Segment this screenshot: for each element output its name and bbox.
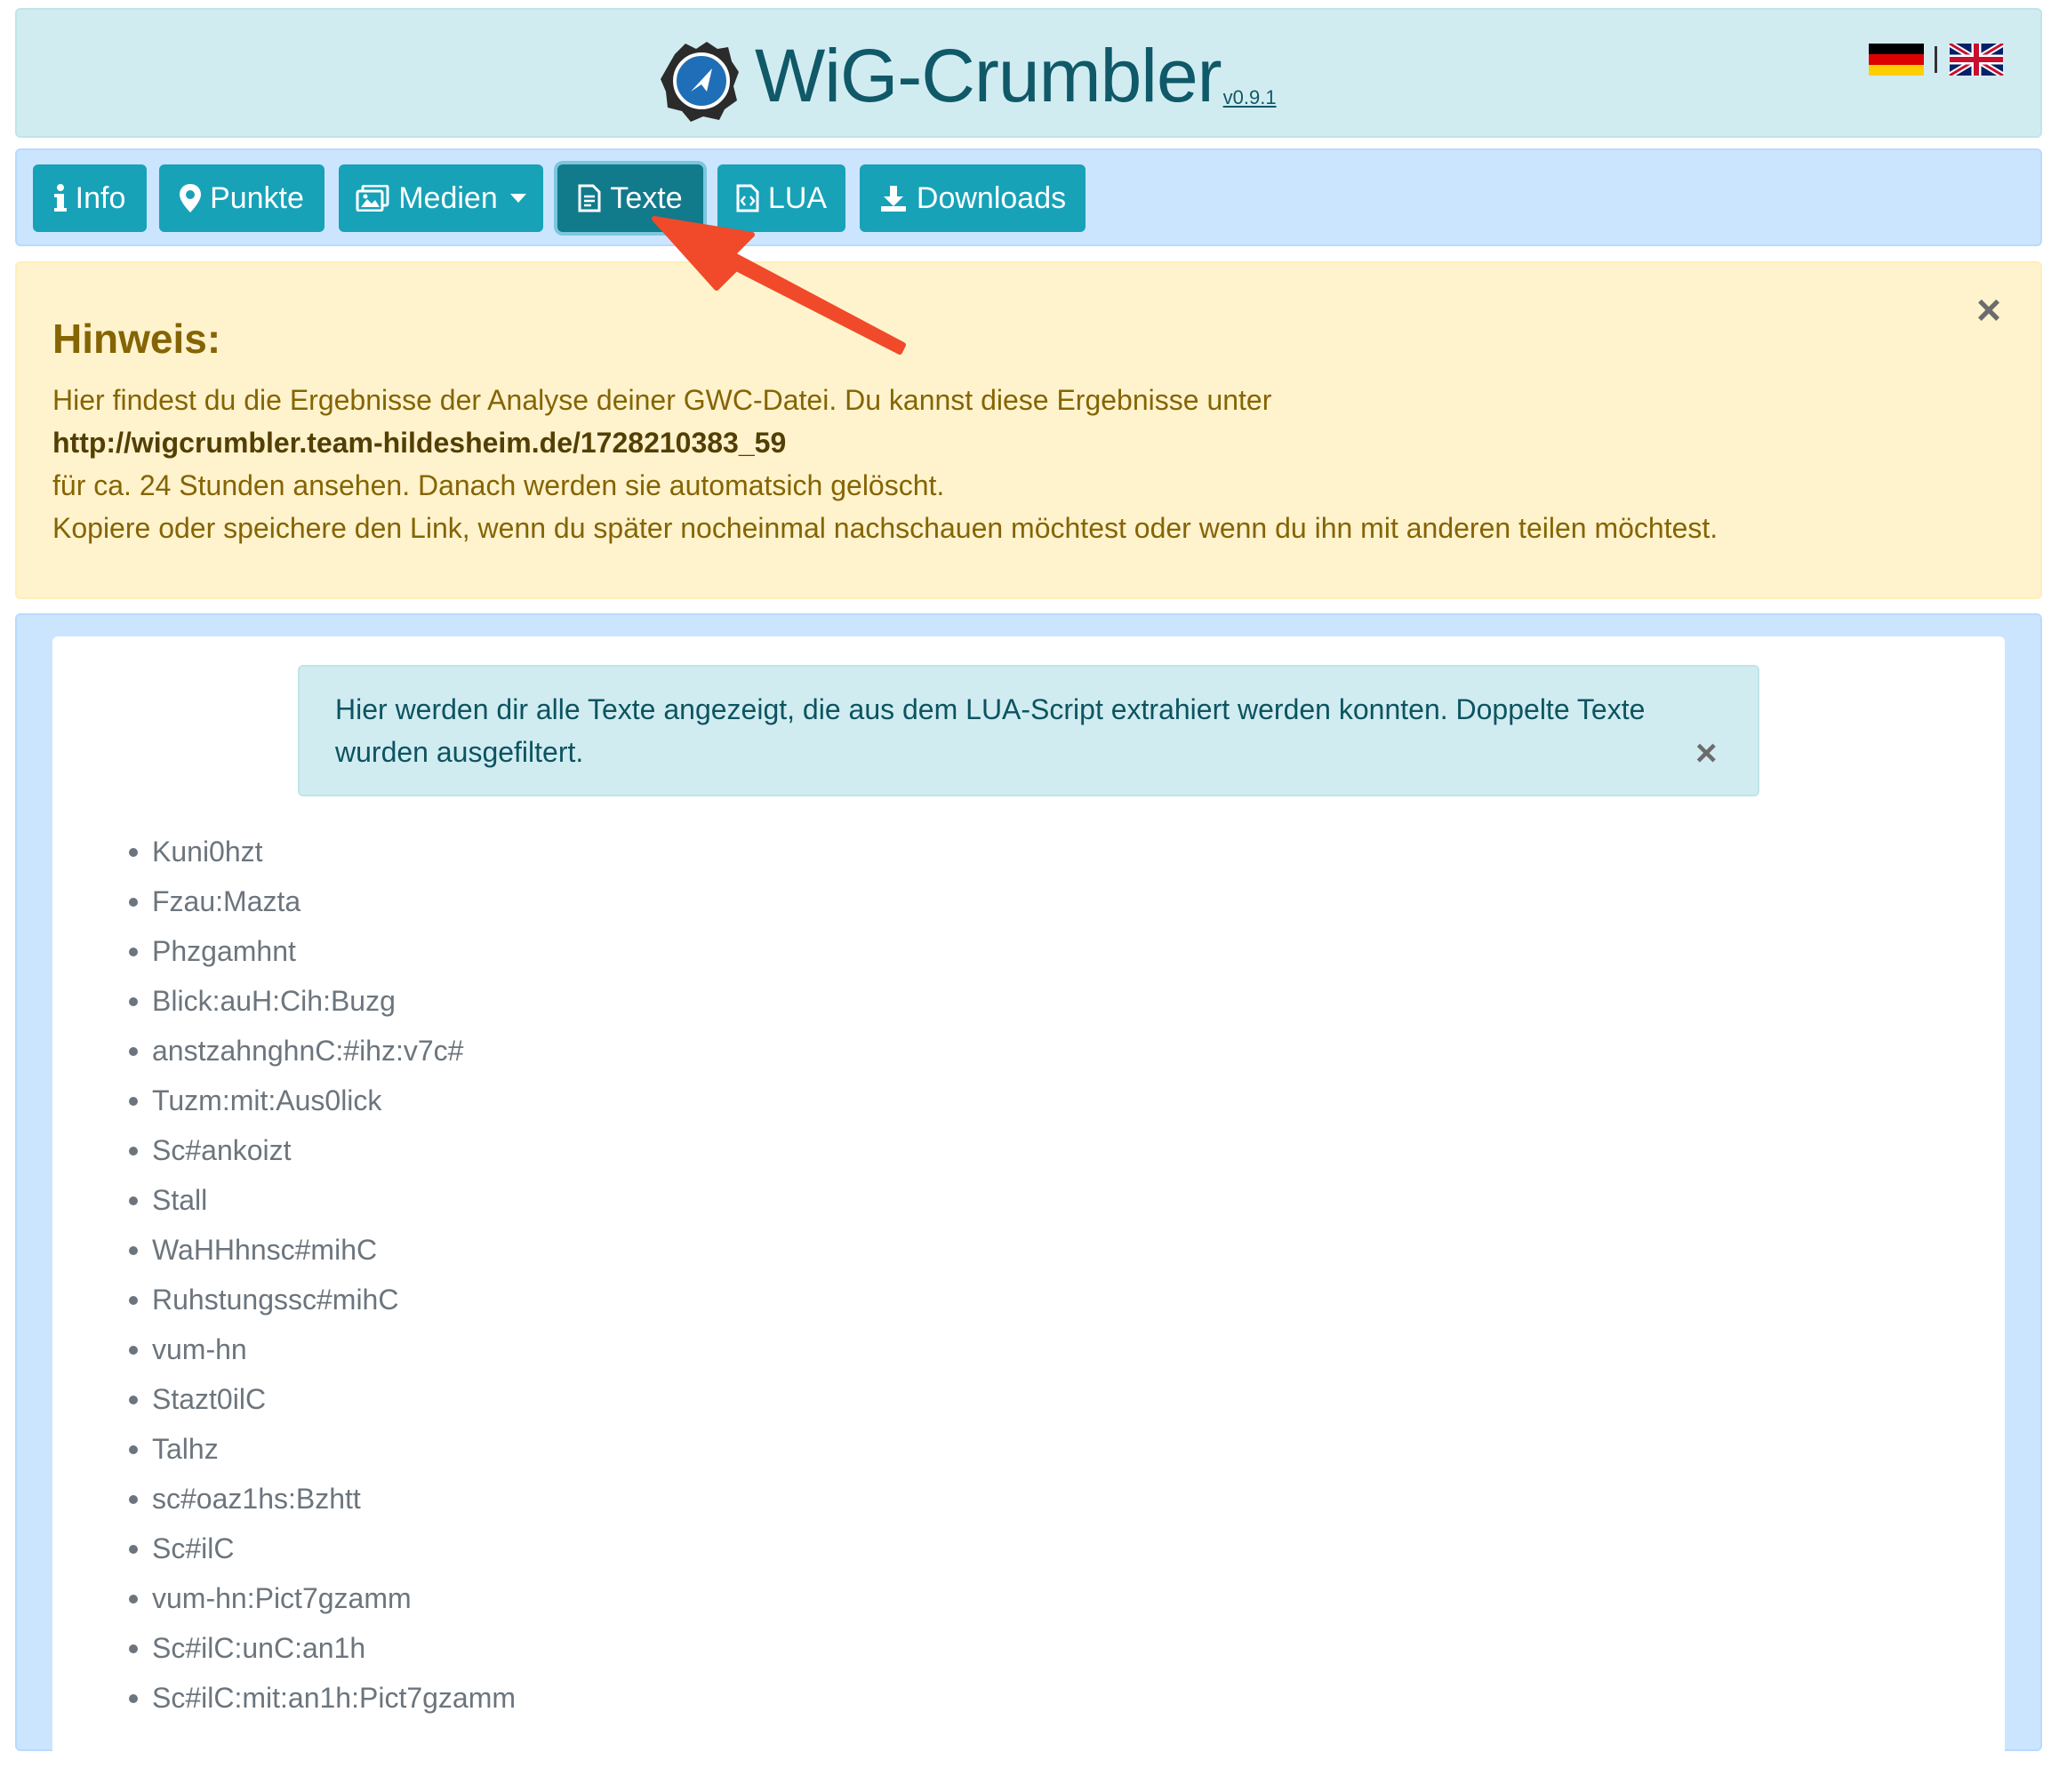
text-list-item: Talhz bbox=[128, 1424, 516, 1474]
version-link[interactable]: v0.9.1 bbox=[1223, 86, 1277, 109]
extracted-texts-list: Kuni0hzt Fzau:Mazta Phzgamhnt Blick:auH:Cih… bbox=[128, 827, 516, 1723]
flag-de-icon[interactable] bbox=[1869, 44, 1924, 76]
main-nav: Info Punkte Medien Texte LUA Downloads bbox=[15, 148, 2042, 246]
text-list-item: Stall bbox=[128, 1175, 516, 1225]
nav-downloads-label: Downloads bbox=[916, 180, 1067, 215]
text-list-item: Sc#ilC:mit:an1h:Pict7gzamm bbox=[128, 1673, 516, 1723]
notice-close-button[interactable]: × bbox=[1976, 290, 2001, 332]
text-list-item: WaHHhnsc#mihC bbox=[128, 1225, 516, 1275]
text-list-item: Kuni0hzt bbox=[128, 827, 516, 876]
texts-card: Hier werden dir alle Texte angezeigt, di… bbox=[52, 636, 2005, 1792]
text-list-item: anstzahnghnC:#ihz:v7c# bbox=[128, 1026, 516, 1076]
text-list-item: Sc#ilC:unC:an1h bbox=[128, 1623, 516, 1673]
text-list-item: Stazt0ilC bbox=[128, 1374, 516, 1424]
flag-uk-icon[interactable] bbox=[1948, 44, 2005, 76]
text-list-item: Sc#ankoizt bbox=[128, 1125, 516, 1175]
texts-panel: Hier werden dir alle Texte angezeigt, di… bbox=[15, 613, 2042, 1792]
site-header: WiG-Crumbler v0.9.1 bbox=[15, 8, 2042, 138]
notice-heading: Hinweis: bbox=[52, 316, 221, 362]
notice-line-3: für ca. 24 Stunden ansehen. Danach werde… bbox=[52, 469, 945, 501]
nav-medien-label: Medien bbox=[398, 180, 498, 215]
nav-info-label: Info bbox=[75, 180, 126, 215]
texts-info-alert: Hier werden dir alle Texte angezeigt, di… bbox=[298, 665, 1759, 796]
language-divider bbox=[1935, 46, 1937, 73]
text-list-item: Tuzm:mit:Aus0lick bbox=[128, 1076, 516, 1125]
text-list-item: vum-hn bbox=[128, 1324, 516, 1374]
notice-line-4: Kopiere oder speichere den Link, wenn du… bbox=[52, 512, 1719, 544]
text-list-item: Fzau:Mazta bbox=[128, 876, 516, 926]
annotation-arrow-icon bbox=[652, 216, 906, 355]
nav-info-button[interactable]: Info bbox=[33, 164, 147, 232]
text-list-item: vum-hn:Pict7gzamm bbox=[128, 1573, 516, 1623]
notice-line-1: Hier findest du die Ergebnisse der Analy… bbox=[52, 384, 1272, 416]
brand[interactable]: WiG-Crumbler v0.9.1 bbox=[657, 28, 1277, 125]
text-list-item: Phzgamhnt bbox=[128, 926, 516, 976]
map-marker-icon bbox=[180, 184, 202, 212]
text-list-item: Ruhstungssc#mihC bbox=[128, 1275, 516, 1324]
app-title: WiG-Crumbler bbox=[755, 34, 1222, 117]
result-url: http://wigcrumbler.team-hildesheim.de/17… bbox=[52, 427, 787, 459]
text-list-item: Blick:auH:Cih:Buzg bbox=[128, 976, 516, 1026]
text-list-item: sc#oaz1hs:Bzhtt bbox=[128, 1474, 516, 1524]
images-icon bbox=[356, 185, 389, 212]
notice-body: Hier findest du die Ergebnisse der Analy… bbox=[52, 379, 1718, 549]
language-switcher bbox=[1869, 44, 2005, 76]
nav-punkte-label: Punkte bbox=[210, 180, 304, 215]
nav-punkte-button[interactable]: Punkte bbox=[159, 164, 324, 232]
chevron-down-icon bbox=[509, 194, 526, 203]
nav-medien-dropdown[interactable]: Medien bbox=[339, 164, 543, 232]
texts-info-text: Hier werden dir alle Texte angezeigt, di… bbox=[335, 693, 1646, 768]
text-list-item: Sc#ilC bbox=[128, 1524, 516, 1573]
info-close-button[interactable]: × bbox=[1695, 734, 1718, 772]
info-icon bbox=[53, 184, 67, 212]
file-text-icon bbox=[578, 184, 601, 212]
notice-alert: Hinweis: Hier findest du die Ergebnisse … bbox=[15, 261, 2042, 599]
logo-icon bbox=[657, 36, 742, 125]
